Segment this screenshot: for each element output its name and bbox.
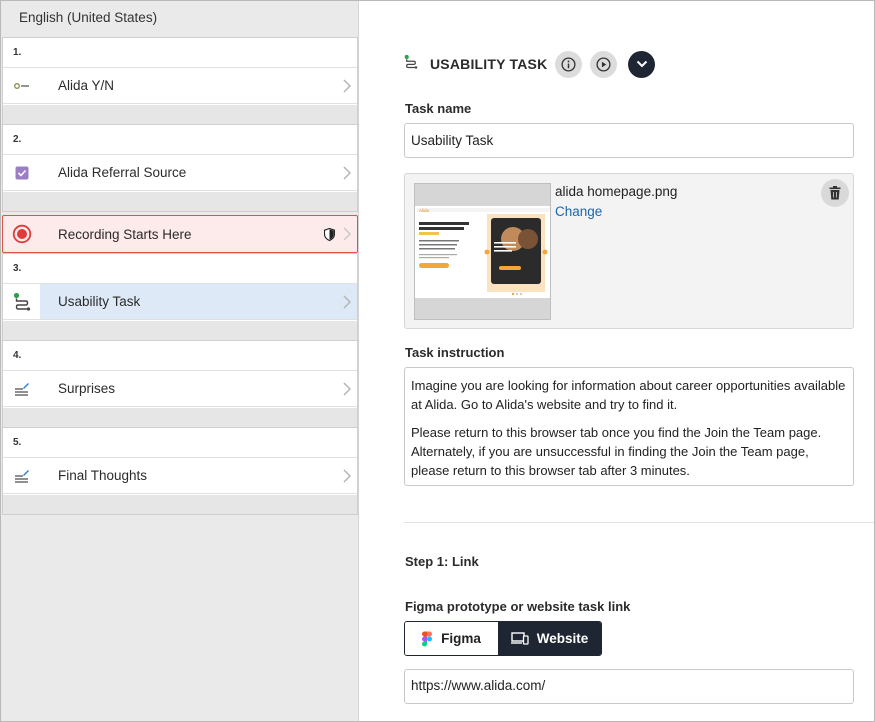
chevron-right-icon: [337, 468, 357, 483]
question-number: 5.: [13, 437, 22, 448]
figma-icon: [422, 631, 433, 646]
route-icon: [404, 54, 418, 75]
question-label: Surprises: [58, 381, 116, 396]
change-image-link[interactable]: Change: [555, 204, 602, 219]
question-row-alida-yn[interactable]: Alida Y/N: [3, 67, 357, 104]
website-option-button[interactable]: Website: [498, 622, 601, 655]
task-image-box: Alida alida homepage.png Change: [404, 173, 854, 329]
step-label: Step 1: Link: [405, 554, 479, 569]
link-type-toggle: Figma Website: [404, 621, 602, 656]
trash-icon: [829, 186, 841, 200]
page-title: USABILITY TASK: [430, 56, 548, 72]
text-edit-icon: [3, 371, 40, 406]
devices-icon: [510, 632, 529, 645]
yes-no-icon: [3, 68, 40, 103]
chevron-right-icon: [337, 294, 357, 309]
delete-image-button[interactable]: [821, 179, 849, 207]
text-edit-icon: [3, 458, 40, 493]
recording-label: Recording Starts Here: [58, 226, 192, 242]
question-label: Usability Task: [58, 294, 141, 309]
info-icon: [561, 56, 576, 72]
shield-icon: [321, 227, 337, 241]
route-icon: [3, 284, 40, 319]
question-card-5: 5. Final Thoughts: [2, 427, 358, 515]
recording-starts-row[interactable]: Recording Starts Here: [2, 215, 358, 253]
thumbnail-brand: Alida: [419, 208, 430, 213]
question-card-4: 4. Surprises: [2, 340, 358, 428]
question-card-2: 2. Alida Referral Source: [2, 124, 358, 212]
record-icon: [3, 224, 40, 244]
task-header: USABILITY TASK: [404, 49, 656, 79]
task-instruction-label: Task instruction: [405, 345, 505, 360]
question-number: 4.: [13, 350, 22, 361]
link-type-label: Figma prototype or website task link: [405, 599, 631, 614]
question-label: Final Thoughts: [58, 468, 148, 483]
figma-option-label: Figma: [441, 631, 481, 646]
question-row-usability-task[interactable]: Usability Task: [3, 283, 357, 320]
language-label: English (United States): [19, 10, 158, 25]
chevron-right-icon: [337, 78, 357, 93]
chevron-right-icon: [337, 165, 357, 180]
chevron-right-icon: [337, 381, 357, 396]
question-row-referral-source[interactable]: Alida Referral Source: [3, 154, 357, 191]
checkbox-icon: [3, 155, 40, 190]
task-editor-panel: USABILITY TASK Task name Usability Task …: [360, 1, 874, 721]
question-number: 3.: [13, 263, 22, 274]
task-name-field[interactable]: Usability Task: [404, 123, 854, 158]
chevron-right-icon: [337, 227, 357, 241]
collapse-button[interactable]: [628, 50, 656, 78]
question-list-panel: English (United States) 1. Alida Y/N 2. …: [1, 1, 359, 721]
image-filename: alida homepage.png: [555, 184, 678, 199]
chevron-down-icon: [636, 60, 648, 68]
website-url-field[interactable]: https://www.alida.com/: [404, 669, 854, 704]
preview-play-button[interactable]: [590, 50, 618, 78]
task-instruction-field[interactable]: Imagine you are looking for information …: [404, 367, 854, 486]
instruction-paragraph-2: Please return to this browser tab once y…: [411, 425, 822, 478]
question-row-surprises[interactable]: Surprises: [3, 370, 357, 407]
question-number: 1.: [13, 47, 22, 58]
question-row-final-thoughts[interactable]: Final Thoughts: [3, 457, 357, 494]
question-label: Alida Y/N: [58, 78, 115, 93]
info-button[interactable]: [555, 50, 583, 78]
homepage-thumbnail: Alida: [414, 183, 551, 320]
section-divider: [404, 522, 874, 523]
instruction-paragraph-1: Imagine you are looking for information …: [411, 378, 846, 412]
figma-option-button[interactable]: Figma: [405, 622, 498, 655]
question-number: 2.: [13, 134, 22, 145]
question-card-3: 3. Usability Task: [2, 253, 358, 341]
website-option-label: Website: [536, 631, 589, 646]
question-label: Alida Referral Source: [58, 165, 187, 180]
question-card-1: 1. Alida Y/N: [2, 37, 358, 125]
play-icon: [596, 56, 611, 72]
task-name-label: Task name: [405, 101, 472, 116]
